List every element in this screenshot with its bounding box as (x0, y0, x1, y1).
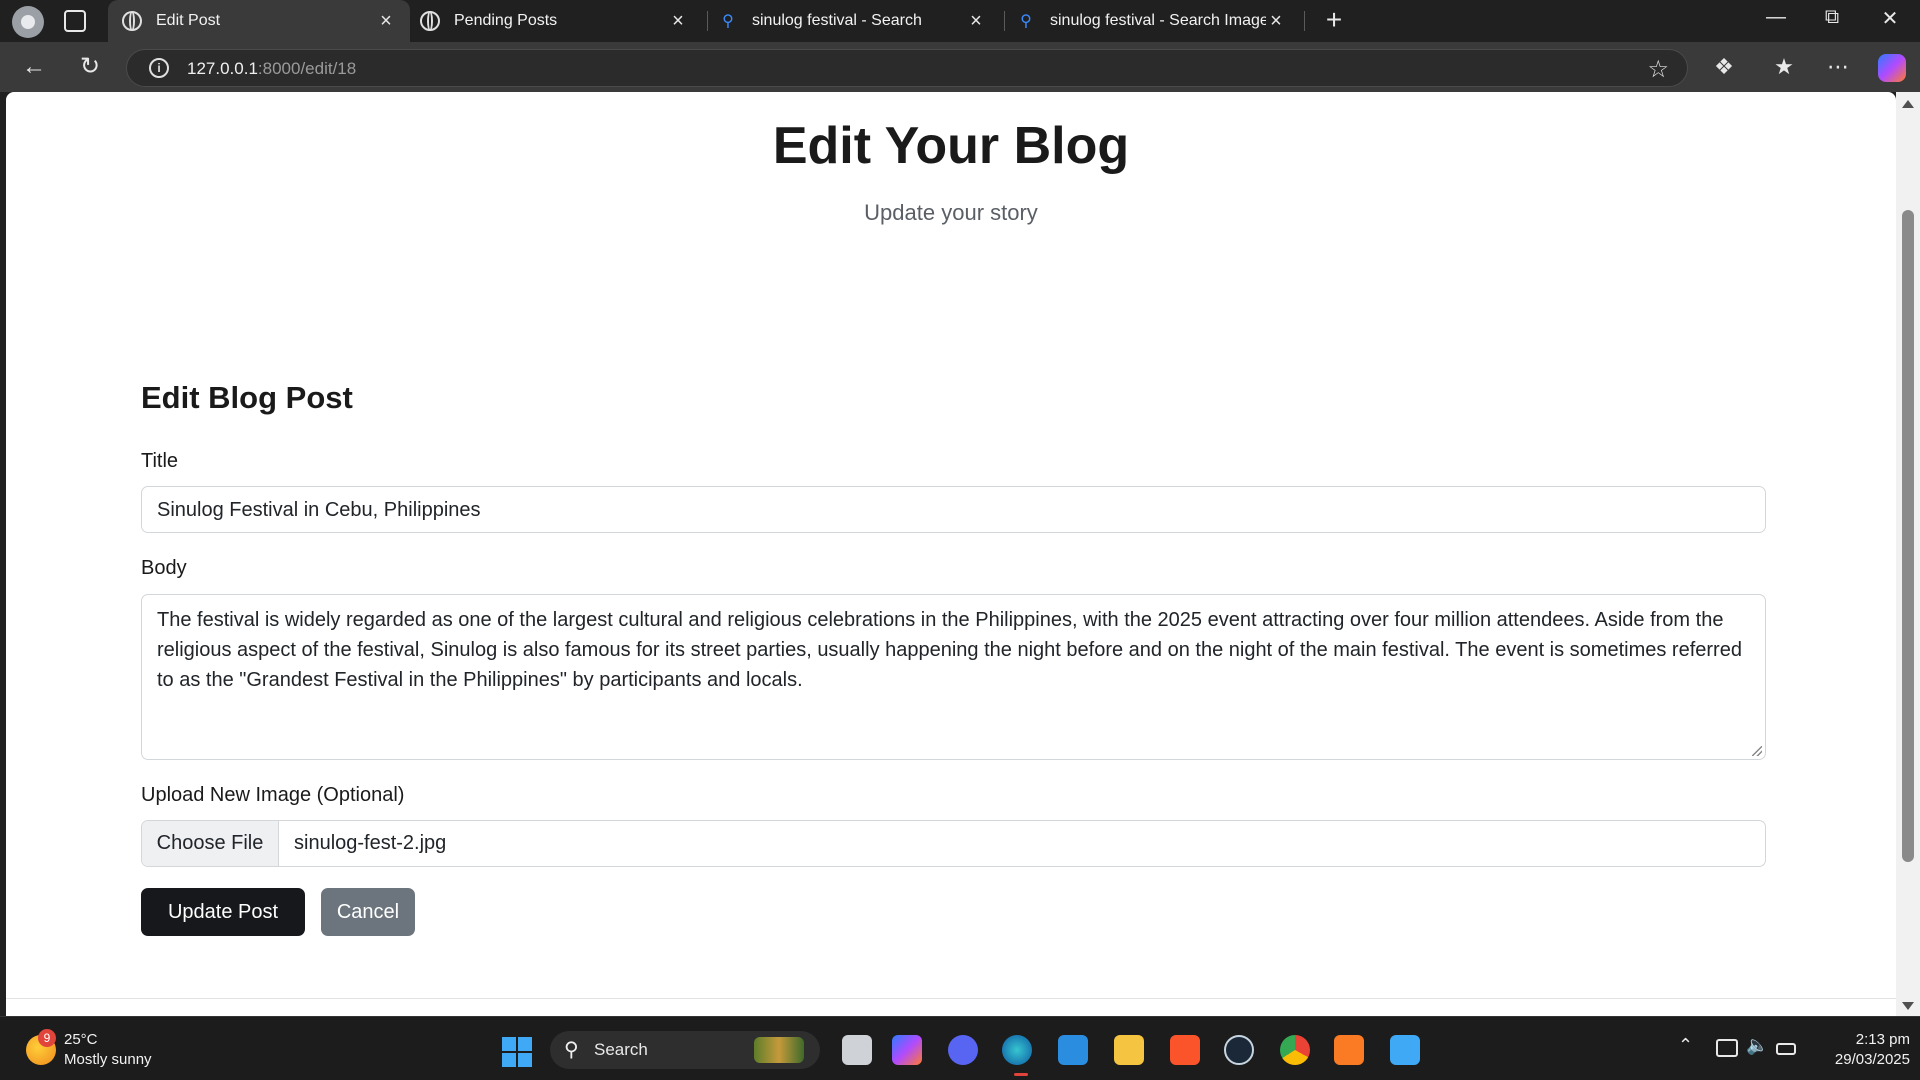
title-label: Title (141, 450, 179, 472)
steam-icon[interactable] (1224, 1035, 1254, 1065)
clock-time[interactable]: 2:13 pm (1820, 1031, 1910, 1048)
file-explorer-icon[interactable] (1114, 1035, 1144, 1065)
network-icon[interactable] (1716, 1039, 1738, 1057)
url-host: 127.0.0.1 (187, 59, 258, 78)
page-viewport: Edit Your Blog Update your story Edit Bl… (6, 92, 1896, 1016)
tab-strip: Edit Post × Pending Posts × ⚲ sinulog fe… (0, 0, 1920, 42)
image-file-input[interactable]: Choose File sinulog-fest-2.jpg (141, 820, 1766, 867)
tab-sinulog-images[interactable]: ⚲ sinulog festival - Search Images × (1002, 0, 1300, 42)
url-text[interactable]: 127.0.0.1:8000/edit/18 (187, 59, 356, 79)
brave-icon[interactable] (1170, 1035, 1200, 1065)
active-app-indicator (1014, 1073, 1028, 1076)
profile-avatar[interactable] (12, 6, 44, 38)
scroll-down-arrow-icon[interactable] (1902, 1002, 1914, 1010)
tab-sinulog-search[interactable]: ⚲ sinulog festival - Search × (704, 0, 1000, 42)
search-highlight-image (754, 1037, 804, 1063)
new-tab-button[interactable]: + (1318, 4, 1350, 36)
favorites-icon[interactable]: ★ (1766, 51, 1802, 83)
close-tab-icon[interactable]: × (1266, 10, 1286, 33)
body-label: Body (141, 557, 187, 579)
scroll-thumb[interactable] (1902, 210, 1914, 862)
edge-icon[interactable] (1002, 1035, 1032, 1065)
discord-icon[interactable] (948, 1035, 978, 1065)
chrome-icon[interactable] (1280, 1035, 1310, 1065)
vertical-scrollbar[interactable] (1896, 92, 1920, 1016)
address-bar[interactable]: i 127.0.0.1:8000/edit/18 ☆ (126, 49, 1688, 87)
notepad-icon[interactable] (1390, 1035, 1420, 1065)
weather-description[interactable]: Mostly sunny (64, 1051, 152, 1068)
tab-label: sinulog festival - Search (752, 12, 922, 29)
cancel-button[interactable]: Cancel (321, 888, 415, 936)
page-subtitle: Update your story (864, 200, 1038, 225)
volume-icon[interactable]: 🔈 (1746, 1035, 1768, 1056)
weather-temperature[interactable]: 25°C (64, 1031, 98, 1048)
minimize-icon[interactable]: — (1756, 6, 1796, 29)
toolbar: ← ↻ i 127.0.0.1:8000/edit/18 ☆ ❖ ★ ⋯ (0, 42, 1920, 92)
close-tab-icon[interactable]: × (668, 10, 688, 33)
restore-icon[interactable]: ⧉ (1812, 6, 1852, 29)
windows-start-icon[interactable] (502, 1037, 532, 1067)
task-view-icon[interactable] (842, 1035, 872, 1065)
copilot-icon[interactable] (1878, 54, 1906, 82)
tab-edit-post[interactable]: Edit Post × (108, 0, 410, 42)
body-textarea[interactable]: The festival is widely regarded as one o… (141, 594, 1766, 760)
close-window-icon[interactable]: ✕ (1870, 6, 1910, 31)
url-path: :8000/edit/18 (257, 59, 357, 78)
vscode-icon[interactable] (1058, 1035, 1088, 1065)
xampp-icon[interactable] (1334, 1035, 1364, 1065)
image-label: Upload New Image (Optional) (141, 784, 405, 806)
tab-label: sinulog festival - Search Images (1050, 12, 1266, 29)
update-post-button[interactable]: Update Post (141, 888, 305, 936)
battery-icon[interactable] (1776, 1043, 1796, 1055)
chevron-up-icon[interactable]: ⌃ (1678, 1035, 1693, 1056)
title-input[interactable]: Sinulog Festival in Cebu, Philippines (141, 486, 1766, 533)
copilot-app-icon[interactable] (892, 1035, 922, 1065)
weather-badge: 9 (38, 1029, 56, 1047)
close-tab-icon[interactable]: × (966, 10, 986, 33)
globe-icon (420, 11, 440, 31)
page-title: Edit Your Blog (772, 117, 1130, 175)
person-icon (21, 15, 35, 29)
taskbar: 9 25°C Mostly sunny ⚲ Search ⌃ 🔈 2:13 pm… (0, 1016, 1920, 1080)
taskbar-search-label: Search (594, 1040, 648, 1059)
tab-separator (1304, 11, 1305, 31)
close-tab-icon[interactable]: × (376, 10, 396, 33)
clock-date[interactable]: 29/03/2025 (1800, 1051, 1910, 1068)
resize-handle[interactable] (1752, 746, 1762, 756)
taskbar-search[interactable]: ⚲ Search (550, 1031, 820, 1069)
extensions-icon[interactable]: ❖ (1706, 51, 1742, 83)
favorite-star-icon[interactable]: ☆ (1647, 55, 1669, 84)
tab-label: Edit Post (156, 12, 221, 29)
form-heading: Edit Blog Post (141, 380, 353, 415)
tab-pending-posts[interactable]: Pending Posts × (406, 0, 702, 42)
tab-actions-icon[interactable] (64, 10, 86, 32)
globe-icon (122, 11, 142, 31)
search-icon: ⚲ (722, 13, 734, 30)
info-icon[interactable]: i (149, 58, 169, 78)
divider (6, 998, 1896, 999)
scroll-up-arrow-icon[interactable] (1902, 100, 1914, 108)
refresh-icon[interactable]: ↻ (72, 51, 108, 83)
selected-file-name: sinulog-fest-2.jpg (294, 832, 447, 854)
tab-label: Pending Posts (454, 12, 558, 29)
choose-file-button[interactable]: Choose File (142, 821, 279, 866)
back-arrow-icon[interactable]: ← (16, 51, 52, 83)
search-icon: ⚲ (564, 1039, 579, 1061)
body-text: The festival is widely regarded as one o… (157, 609, 1742, 691)
search-icon: ⚲ (1020, 13, 1032, 30)
more-options-icon[interactable]: ⋯ (1820, 51, 1856, 83)
